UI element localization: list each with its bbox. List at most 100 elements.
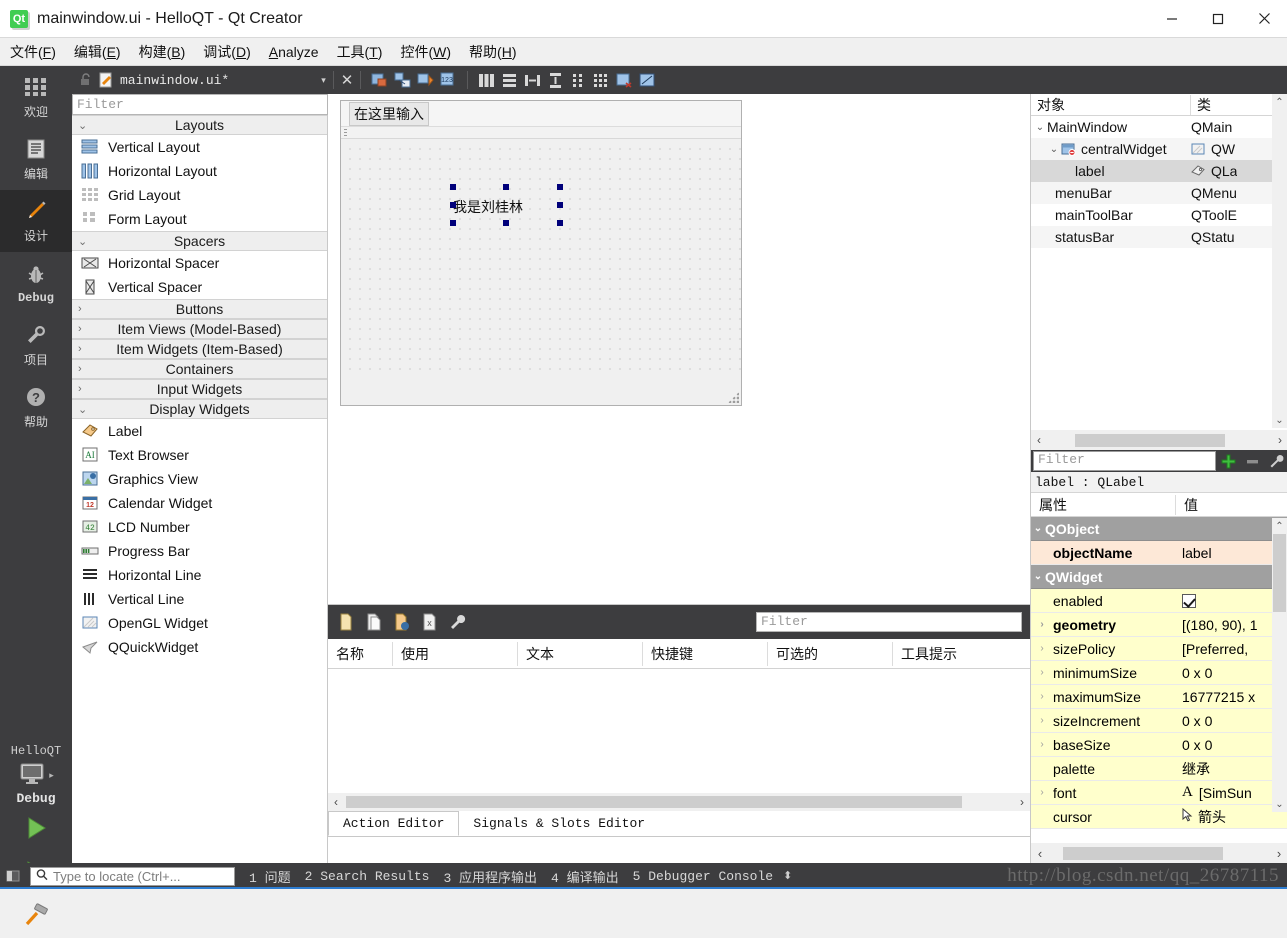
sidebar-toggle-icon[interactable] [0,863,26,889]
scroll-right-arrow[interactable]: › [1270,846,1287,861]
tab-signals-slots-editor[interactable]: Signals & Slots Editor [459,811,659,836]
column-used[interactable]: 使用 [393,641,518,666]
widget-group-item-views[interactable]: › Item Views (Model-Based) [72,319,327,339]
column-class[interactable]: 类 [1191,95,1211,115]
scroll-left-arrow[interactable]: ‹ [328,795,344,809]
close-document-button[interactable]: ✕ [341,73,354,88]
chevron-right-icon[interactable]: › [1031,715,1053,726]
menu-edit[interactable]: 编辑(E) [74,42,121,62]
menu-file[interactable]: 文件(F) [10,42,56,62]
property-row-font[interactable]: › font A [SimSun [1031,781,1287,805]
widget-item-vertical-spacer[interactable]: Vertical Spacer [72,275,327,299]
layout-in-splitter-v-icon[interactable] [547,72,564,89]
chevron-down-icon[interactable]: ⌄ [1031,571,1045,582]
widget-group-item-widgets[interactable]: › Item Widgets (Item-Based) [72,339,327,359]
scroll-down-arrow[interactable]: ⌄ [1272,412,1287,428]
property-value[interactable]: 0 x 0 [1182,737,1212,753]
kit-selector[interactable]: ▸ [0,762,72,789]
scroll-track[interactable] [1047,433,1272,447]
property-value[interactable]: 16777215 x [1182,689,1255,705]
output-pane-debugger-console[interactable]: 5 Debugger Console [633,869,773,884]
chevron-down-icon[interactable]: ⌄ [1031,523,1045,534]
column-object[interactable]: 对象 [1031,94,1191,115]
resize-handle-middle-right[interactable] [557,202,563,208]
configure-icon[interactable] [448,612,468,632]
column-value[interactable]: 值 [1176,495,1198,515]
layout-horizontally-icon[interactable] [478,72,495,89]
widget-group-layouts[interactable]: ⌄ Layouts [72,115,327,135]
property-row-cursor[interactable]: cursor 箭头 [1031,805,1287,829]
chevron-down-icon[interactable]: ⌄ [1033,122,1047,133]
open-file-combo[interactable]: mainwindow.ui* ▾ [98,69,326,91]
mode-welcome[interactable]: 欢迎 [0,66,72,128]
selected-label-widget[interactable]: 我是刘桂林 [453,197,523,217]
widget-item-lcd-number[interactable]: 42 LCD Number [72,515,327,539]
property-value[interactable]: label [1182,545,1212,561]
action-editor-filter-input[interactable]: Filter [756,612,1022,632]
property-row-minimumsize[interactable]: › minimumSize 0 x 0 [1031,661,1287,685]
mode-help[interactable]: ? 帮助 [0,376,72,438]
form-central-widget[interactable]: 我是刘桂林 [341,140,741,378]
chevron-down-icon[interactable]: ⌄ [1047,144,1061,155]
remove-icon[interactable] [1242,451,1264,471]
widget-item-grid-layout[interactable]: Grid Layout [72,183,327,207]
chevron-down-icon[interactable]: ▾ [321,75,326,86]
build-button[interactable] [0,894,72,938]
menu-placeholder[interactable]: 在这里输入 [349,101,429,126]
tab-action-editor[interactable]: Action Editor [328,811,460,836]
scroll-up-arrow[interactable]: ⌃ [1272,94,1287,110]
layout-in-splitter-h-icon[interactable] [524,72,541,89]
widget-box-filter-input[interactable]: Filter [72,94,328,115]
resize-handle-top-left[interactable] [450,184,456,190]
property-editor-hscrollbar[interactable]: ‹ › [1031,843,1287,863]
property-value[interactable]: 0 x 0 [1182,665,1212,681]
widget-item-graphics-view[interactable]: Graphics View [72,467,327,491]
edit-widgets-icon[interactable] [371,72,388,89]
property-value[interactable]: 箭头 [1198,807,1226,827]
property-row-enabled[interactable]: enabled [1031,589,1287,613]
property-row-sizepolicy[interactable]: › sizePolicy [Preferred, [1031,637,1287,661]
property-row-objectname[interactable]: objectName label [1031,541,1287,565]
scroll-down-arrow[interactable]: ⌄ [1272,796,1287,812]
scroll-left-arrow[interactable]: ‹ [1031,433,1047,447]
property-row-sizeincrement[interactable]: › sizeIncrement 0 x 0 [1031,709,1287,733]
widget-group-display-widgets[interactable]: ⌄ Display Widgets [72,399,327,419]
widget-item-horizontal-layout[interactable]: Horizontal Layout [72,159,327,183]
widget-item-horizontal-spacer[interactable]: Horizontal Spacer [72,251,327,275]
widget-item-calendar-widget[interactable]: 12 Calendar Widget [72,491,327,515]
chevron-right-icon[interactable]: › [1031,619,1053,630]
new-action-icon[interactable] [336,612,356,632]
edit-tab-order-icon[interactable]: 123 [440,72,457,89]
property-value[interactable]: [Preferred, [1182,641,1248,657]
delete-action-icon[interactable]: x [420,612,440,632]
resize-handle-middle-left[interactable] [450,202,456,208]
table-row[interactable]: menuBar QMenu [1031,182,1287,204]
chevron-right-icon[interactable]: › [1031,643,1053,654]
unlocked-icon[interactable] [78,72,94,88]
mode-design[interactable]: 设计 [0,190,72,252]
form-menu-bar[interactable]: 在这里输入 [341,101,741,127]
resize-handle-bottom-right[interactable] [557,220,563,226]
column-shortcut[interactable]: 快捷键 [643,641,768,666]
object-tree-vscrollbar[interactable]: ⌃ ⌄ [1272,94,1287,428]
widget-group-buttons[interactable]: › Buttons [72,299,327,319]
menu-build[interactable]: 构建(B) [139,42,186,62]
widget-item-form-layout[interactable]: Form Layout [72,207,327,231]
property-group-qobject[interactable]: ⌄ QObject [1031,517,1287,541]
table-row[interactable]: statusBar QStatu [1031,226,1287,248]
property-editor-vscrollbar[interactable]: ⌃ ⌄ [1272,518,1287,812]
menu-debug[interactable]: 调试(D) [203,42,250,62]
scroll-thumb[interactable] [1063,847,1223,860]
resize-handle-bottom-left[interactable] [450,220,456,226]
column-checkable[interactable]: 可选的 [768,641,893,666]
resize-handle-top-center[interactable] [503,184,509,190]
widget-item-text-browser[interactable]: AI Text Browser [72,443,327,467]
property-value[interactable]: [SimSun [1199,785,1252,801]
column-tooltip[interactable]: 工具提示 [893,642,1018,666]
chevron-right-icon[interactable]: › [1031,787,1053,798]
size-grip-icon[interactable] [728,392,739,403]
property-group-qwidget[interactable]: ⌄ QWidget [1031,565,1287,589]
property-row-basesize[interactable]: › baseSize 0 x 0 [1031,733,1287,757]
output-pane-application-output[interactable]: 3 应用程序输出 [443,867,537,886]
action-editor-hscrollbar[interactable]: ‹ › [328,793,1030,811]
